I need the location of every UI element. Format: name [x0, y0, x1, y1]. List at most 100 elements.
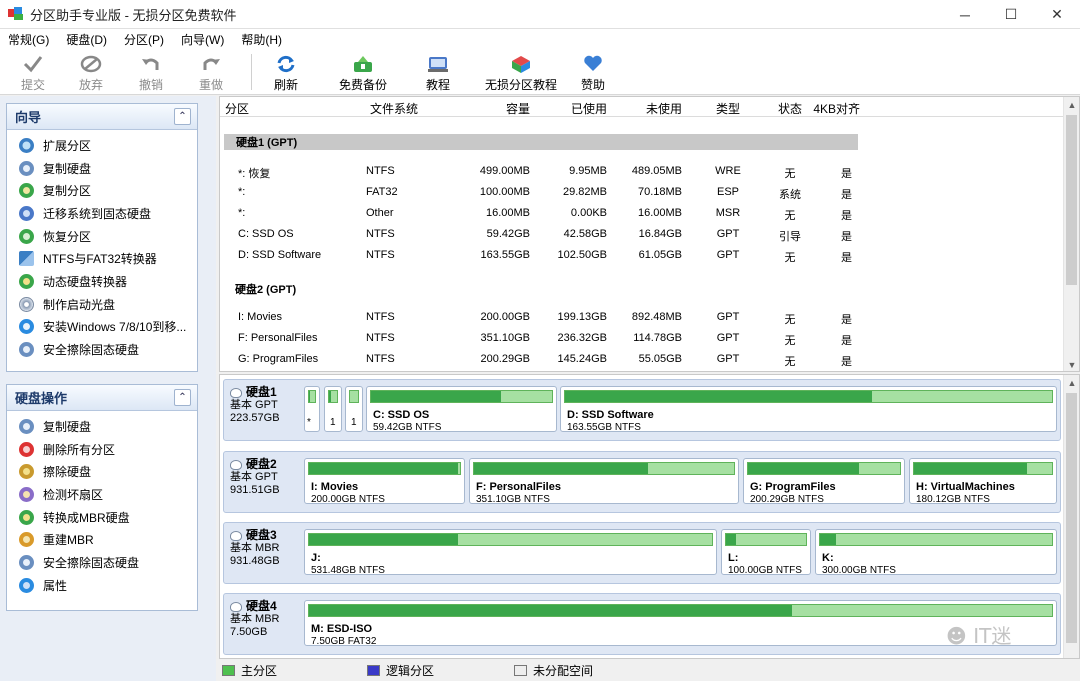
partition-block[interactable]: L: 100.00GB NTFS: [721, 529, 811, 575]
refresh-button[interactable]: 刷新: [262, 49, 310, 95]
partition-block[interactable]: D: SSD Software 163.55GB NTFS: [560, 386, 1057, 432]
partition-block[interactable]: M: ESD-ISO 7.50GB FAT32: [304, 600, 1057, 646]
refresh-icon: [276, 54, 296, 74]
wizard-ntfs-fat32[interactable]: NTFS与FAT32转换器: [7, 247, 197, 270]
minimize-button[interactable]: ─: [942, 0, 988, 29]
menu-wizard[interactable]: 向导(W): [173, 31, 233, 48]
discard-icon: [80, 54, 102, 74]
wizard-migrate-os[interactable]: 迁移系统到固态硬盘: [7, 202, 197, 225]
col-partition[interactable]: 分区: [225, 100, 249, 117]
wizard-panel-header: 向导 ⌃: [7, 104, 197, 130]
scroll-up-icon[interactable]: ▲: [1064, 97, 1079, 113]
recover-partition-icon: [19, 228, 34, 244]
partition-block[interactable]: F: PersonalFiles 351.10GB NTFS: [469, 458, 739, 504]
backup-icon: [352, 54, 374, 74]
wizard-secure-erase-ssd[interactable]: 安全擦除固态硬盘: [7, 338, 197, 361]
diskop-convert-mbr[interactable]: 转换成MBR硬盘: [7, 506, 197, 529]
sponsor-button[interactable]: 赞助: [569, 49, 617, 95]
partition-block[interactable]: 1: [345, 386, 363, 432]
col-4k-align[interactable]: 4KB对齐: [810, 100, 860, 117]
diskop-delete-all[interactable]: 删除所有分区: [7, 438, 197, 461]
partition-tutorial-button[interactable]: 无损分区教程: [473, 49, 569, 95]
scroll-up-icon[interactable]: ▲: [1064, 375, 1079, 391]
collapse-icon[interactable]: ⌃: [174, 389, 191, 406]
wizard-bootable-cd[interactable]: 制作启动光盘: [7, 293, 197, 316]
wizard-windows-to-go[interactable]: 安装Windows 7/8/10到移...: [7, 316, 197, 339]
col-filesystem[interactable]: 文件系统: [370, 100, 418, 117]
redo-button[interactable]: 重做: [181, 49, 241, 95]
table-row[interactable]: *: Other 16.00MB 0.00KB 16.00MB MSR 无 是: [220, 204, 1065, 225]
col-used[interactable]: 已使用: [535, 100, 607, 117]
wizard-recover-partition[interactable]: 恢复分区: [7, 225, 197, 248]
extend-partition-icon: [19, 137, 34, 153]
erase-ssd-icon: [19, 554, 34, 570]
disk1-group-header[interactable]: 硬盘1 (GPT): [224, 134, 858, 150]
table-row[interactable]: G: ProgramFiles NTFS 200.29GB 145.24GB 5…: [220, 350, 1065, 371]
discard-button[interactable]: 放弃: [61, 49, 121, 95]
disk-info: 硬盘2 基本 GPT 931.51GB: [230, 457, 280, 496]
partition-block[interactable]: I: Movies 200.00GB NTFS: [304, 458, 465, 504]
tutorial-icon: [427, 54, 449, 74]
partition-block[interactable]: G: ProgramFiles 200.29GB NTFS: [743, 458, 905, 504]
disk-map-row[interactable]: 硬盘2 基本 GPT 931.51GB I: Movies 200.00GB N…: [223, 451, 1061, 513]
wizard-dynamic-disk[interactable]: 动态硬盘转换器: [7, 270, 197, 293]
undo-button[interactable]: 撤销: [121, 49, 181, 95]
wizard-copy-partition[interactable]: 复制分区: [7, 179, 197, 202]
table-scrollbar[interactable]: ▲ ▼: [1063, 97, 1079, 371]
wizard-extend-partition[interactable]: 扩展分区: [7, 134, 197, 157]
wizard-copy-disk[interactable]: 复制硬盘: [7, 157, 197, 180]
scroll-down-icon[interactable]: ▼: [1064, 357, 1079, 371]
diskop-wipe-disk[interactable]: 擦除硬盘: [7, 460, 197, 483]
table-row[interactable]: F: PersonalFiles NTFS 351.10GB 236.32GB …: [220, 329, 1065, 350]
diskop-secure-erase-ssd[interactable]: 安全擦除固态硬盘: [7, 551, 197, 574]
table-row[interactable]: D: SSD Software NTFS 163.55GB 102.50GB 6…: [220, 246, 1065, 267]
diskop-properties[interactable]: 属性: [7, 574, 197, 597]
disk-map-row[interactable]: 硬盘3 基本 MBR 931.48GB J: 531.48GB NTFS L: …: [223, 522, 1061, 584]
legend: 主分区 逻辑分区 未分配空间: [219, 660, 1080, 681]
scrollbar-thumb[interactable]: [1066, 393, 1077, 643]
partition-block[interactable]: C: SSD OS 59.42GB NTFS: [366, 386, 557, 432]
legend-logical: 逻辑分区: [367, 662, 434, 679]
scrollbar-thumb[interactable]: [1066, 115, 1077, 285]
tutorial-button[interactable]: 教程: [409, 49, 467, 95]
table-row[interactable]: *: 恢复 NTFS 499.00MB 9.95MB 489.05MB WRE …: [220, 162, 1065, 183]
properties-icon: [19, 577, 34, 593]
partition-block[interactable]: 1: [324, 386, 342, 432]
table-row[interactable]: *: FAT32 100.00MB 29.82MB 70.18MB ESP 系统…: [220, 183, 1065, 204]
free-backup-button[interactable]: 免费备份: [317, 49, 409, 95]
diskop-copy-disk[interactable]: 复制硬盘: [7, 415, 197, 438]
wipe-icon: [19, 464, 34, 480]
partition-block[interactable]: K: 300.00GB NTFS: [815, 529, 1057, 575]
table-row[interactable]: C: SSD OS NTFS 59.42GB 42.58GB 16.84GB G…: [220, 225, 1065, 246]
legend-swatch: [514, 665, 528, 676]
cd-icon: [19, 296, 34, 312]
commit-button[interactable]: 提交: [5, 49, 61, 95]
diskmap-scrollbar[interactable]: ▲: [1063, 375, 1079, 658]
menu-help[interactable]: 帮助(H): [233, 31, 291, 48]
diskop-rebuild-mbr[interactable]: 重建MBR: [7, 528, 197, 551]
redo-icon: [201, 54, 221, 74]
left-panel: 向导 ⌃ 扩展分区 复制硬盘 复制分区 迁移系统到固态硬盘 恢复分区 NTFS与…: [0, 96, 216, 681]
legend-unallocated: 未分配空间: [514, 662, 593, 679]
heart-icon: [583, 54, 603, 74]
diskop-bad-sector[interactable]: 检测坏扇区: [7, 483, 197, 506]
close-button[interactable]: ✕: [1034, 0, 1080, 29]
col-capacity[interactable]: 容量: [450, 100, 530, 117]
partition-block[interactable]: J: 531.48GB NTFS: [304, 529, 717, 575]
partition-block[interactable]: H: VirtualMachines 180.12GB NTFS: [909, 458, 1057, 504]
undo-icon: [141, 54, 161, 74]
disk-map-row[interactable]: 硬盘1 基本 GPT 223.57GB * 1 1 C: SSD OS 59.4…: [223, 379, 1061, 441]
disk2-group-header[interactable]: 硬盘2 (GPT): [235, 281, 296, 297]
menu-partition[interactable]: 分区(P): [116, 31, 173, 48]
partition-block[interactable]: *: [304, 386, 320, 432]
maximize-button[interactable]: ☐: [988, 0, 1034, 29]
col-unused[interactable]: 未使用: [610, 100, 682, 117]
menu-disk[interactable]: 硬盘(D): [58, 31, 116, 48]
table-row[interactable]: I: Movies NTFS 200.00GB 199.13GB 892.48M…: [220, 308, 1065, 329]
disk-icon: [230, 530, 242, 541]
menu-general[interactable]: 常规(G): [0, 31, 58, 48]
collapse-icon[interactable]: ⌃: [174, 108, 191, 125]
migrate-os-icon: [19, 205, 34, 221]
col-type[interactable]: 类型: [698, 100, 758, 117]
disk-map-row[interactable]: 硬盘4 基本 MBR 7.50GB M: ESD-ISO 7.50GB FAT3…: [223, 593, 1061, 655]
